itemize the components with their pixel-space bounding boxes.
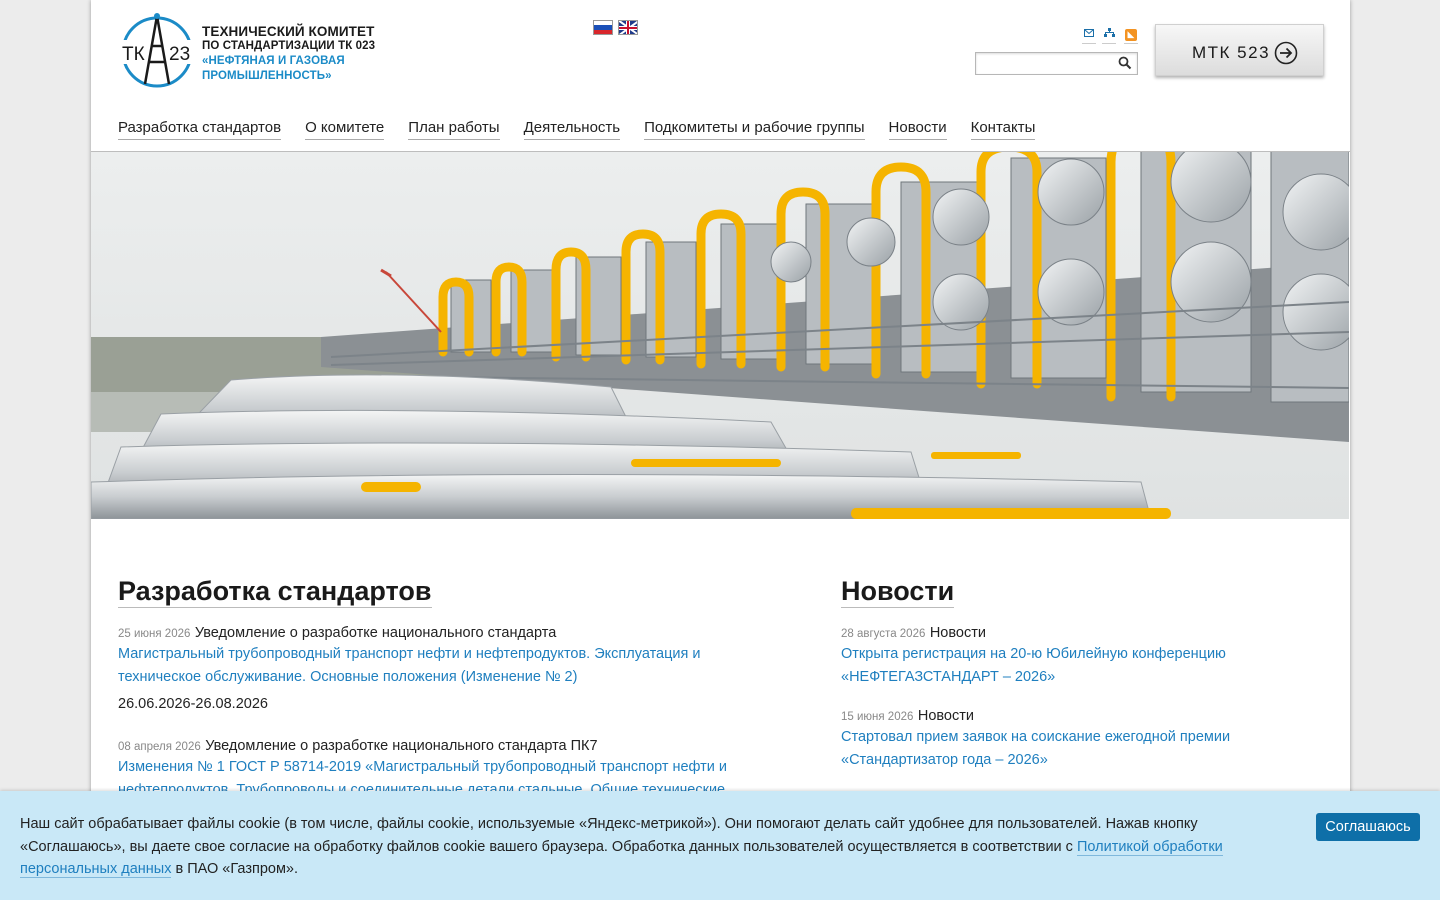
tk23-logo-icon: ТК 23	[121, 13, 193, 88]
nav-item-about[interactable]: О комитете	[305, 118, 385, 140]
item-category: Новости	[917, 708, 974, 724]
item-category: Новости	[929, 625, 986, 641]
nav-item-activity[interactable]: Деятельность	[523, 118, 621, 140]
item-date: 15 июня 2026	[841, 711, 914, 723]
page: ТК 23 ТЕХНИЧЕСКИЙ КОМИТЕТ ПО СТАНДАРТИЗА…	[91, 0, 1350, 900]
cookie-text-end: в ПАО «Газпром».	[171, 861, 299, 877]
logo-mark-left: ТК	[122, 44, 145, 65]
item-heading: Уведомление о разработке национального с…	[194, 625, 557, 641]
standard-link[interactable]: Магистральный трубопроводный транспорт н…	[118, 643, 778, 688]
nav-item-standards[interactable]: Разработка стандартов	[118, 118, 282, 140]
mtk-523-label: МТК 523	[1192, 43, 1271, 62]
gas-plant-illustration	[91, 152, 1349, 519]
item-date: 25 июня 2026	[118, 628, 191, 640]
news-link[interactable]: Открыта регистрация на 20-ю Юбилейную ко…	[841, 643, 1281, 688]
search-box	[975, 52, 1138, 75]
item-heading: Уведомление о разработке национального с…	[205, 738, 598, 754]
cookie-text: Наш сайт обрабатывает файлы cookie (в то…	[20, 813, 1275, 881]
news-item: 28 августа 2026 Новости Открыта регистра…	[841, 624, 1281, 688]
logo-line-4: ПРОМЫШЛЕННОСТЬ»	[202, 70, 332, 82]
standards-item: 25 июня 2026 Уведомление о разработке на…	[118, 624, 778, 712]
search-input[interactable]	[978, 55, 1114, 72]
standards-section-title: Разработка стандартов	[118, 576, 432, 608]
logo-line-1: ТЕХНИЧЕСКИЙ КОМИТЕТ	[202, 24, 375, 39]
nav-item-subcommittees[interactable]: Подкомитеты и рабочие группы	[644, 118, 865, 140]
rss-icon[interactable]: ◣	[1124, 28, 1138, 44]
logo[interactable]: ТК 23	[119, 10, 195, 90]
nav-item-work-plan[interactable]: План работы	[408, 118, 500, 140]
cookie-text-main: Наш сайт обрабатывает файлы cookie (в то…	[20, 816, 1198, 855]
main-nav: Разработка стандартов О комитете План ра…	[118, 118, 1059, 140]
hero-image	[91, 152, 1349, 519]
sitemap-icon[interactable]	[1102, 28, 1116, 44]
logo-line-2: ПО СТАНДАРТИЗАЦИИ ТК 023	[202, 40, 376, 52]
nav-item-contacts[interactable]: Контакты	[970, 118, 1036, 140]
uk-flag-icon[interactable]	[618, 20, 638, 35]
ru-flag-icon[interactable]	[593, 20, 613, 35]
mtk-523-button[interactable]: МТК 523	[1155, 24, 1324, 76]
arrow-right-circle-icon	[1274, 41, 1298, 65]
search-icon[interactable]	[1118, 56, 1132, 70]
news-item: 15 июня 2026 Новости Стартовал прием зая…	[841, 707, 1281, 771]
item-date: 08 апреля 2026	[118, 741, 201, 753]
accept-cookies-button[interactable]: Соглашаюсь	[1316, 813, 1420, 841]
news-section-title: Новости	[841, 576, 955, 608]
nav-item-news[interactable]: Новости	[888, 118, 947, 140]
logo-text: ТЕХНИЧЕСКИЙ КОМИТЕТ ПО СТАНДАРТИЗАЦИИ ТК…	[202, 24, 375, 84]
item-date: 28 августа 2026	[841, 628, 926, 640]
mail-icon[interactable]	[1082, 28, 1096, 44]
comment-period: 26.06.2026-26.08.2026	[118, 696, 268, 712]
logo-line-3: «НЕФТЯНАЯ И ГАЗОВАЯ	[202, 55, 345, 67]
news-link[interactable]: Стартовал прием заявок на соискание ежег…	[841, 726, 1281, 771]
cookie-banner: Наш сайт обрабатывает файлы cookie (в то…	[0, 791, 1440, 900]
logo-mark-right: 23	[169, 44, 190, 65]
